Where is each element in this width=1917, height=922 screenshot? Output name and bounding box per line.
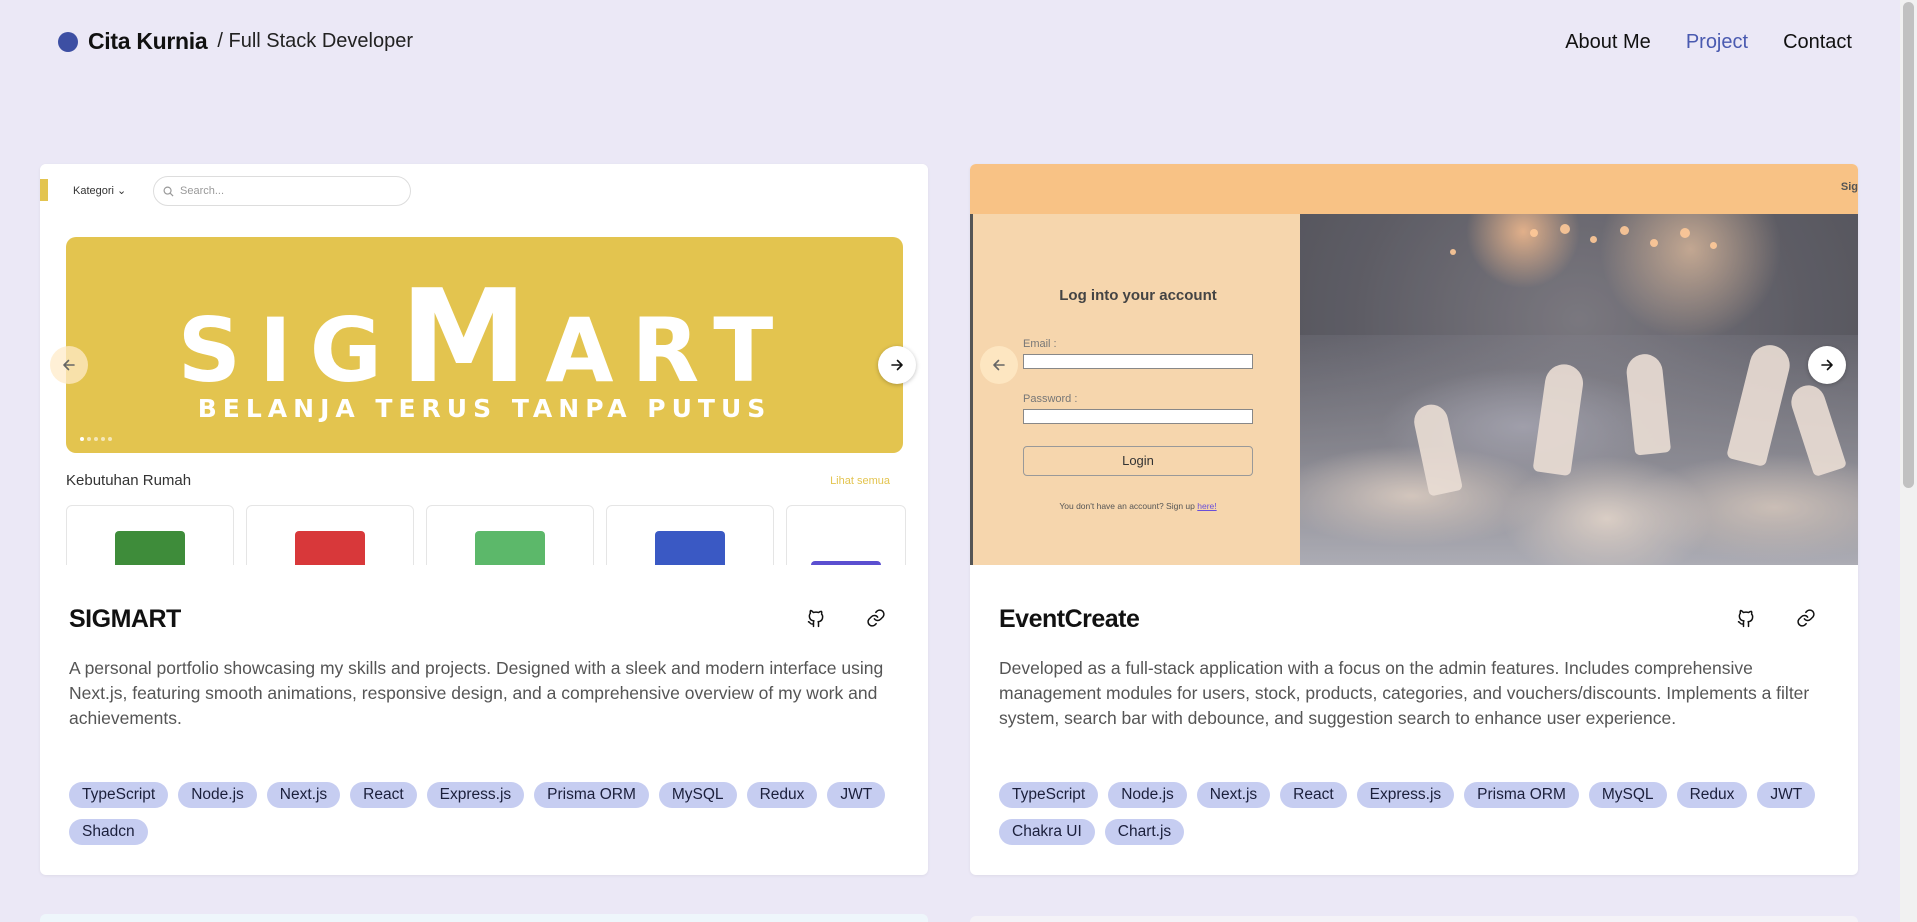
search-icon [163, 186, 174, 197]
email-field [1023, 354, 1253, 369]
tech-tag: TypeScript [999, 782, 1099, 808]
arrow-right-icon [1821, 359, 1833, 371]
tech-tag: Prisma ORM [1464, 782, 1579, 808]
tech-tag: Express.js [1356, 782, 1455, 808]
tech-tags: TypeScript Node.js Next.js React Express… [999, 782, 1839, 845]
nav-about-me[interactable]: About Me [1565, 31, 1651, 54]
sigmart-product-row [66, 505, 906, 565]
signup-text: You don't have an account? Sign up here! [1059, 501, 1217, 511]
project-description: A personal portfolio showcasing my skill… [69, 658, 884, 728]
product-thumb [246, 505, 414, 565]
login-button: Login [1023, 446, 1253, 476]
arrow-left-icon [63, 359, 75, 371]
product-thumb [786, 505, 906, 565]
tech-tag: Shadcn [69, 819, 148, 845]
tech-tag: Next.js [1196, 782, 1271, 808]
link-icon[interactable] [1796, 608, 1816, 628]
sigmart-topbar: Kategori ⌄ Search... [40, 164, 928, 220]
tech-tag: Express.js [426, 782, 525, 808]
sigmart-section-link: Lihat semua [830, 475, 890, 487]
product-thumb [66, 505, 234, 565]
login-title: Log into your account [1059, 287, 1217, 304]
tech-tag: Node.js [178, 782, 257, 808]
sigmart-banner-tagline: BELANJA TERUS TANPA PUTUS [197, 394, 772, 423]
product-thumb [606, 505, 774, 565]
project-card-body: SIGMART A personal portfolio showcasing … [40, 565, 928, 845]
tech-tag: Redux [746, 782, 818, 808]
tech-tag: MySQL [1588, 782, 1667, 808]
carousel-next-button[interactable] [1808, 346, 1846, 384]
tech-tag: Chart.js [1104, 819, 1185, 845]
tech-tag: Redux [1676, 782, 1748, 808]
sigmart-search-placeholder: Search... [180, 185, 225, 197]
project-actions [1736, 608, 1816, 628]
project-description: Developed as a full-stack application wi… [999, 658, 1810, 728]
sigmart-section-title: Kebutuhan Rumah [66, 472, 192, 489]
tech-tag: Chakra UI [999, 819, 1095, 845]
signup-link: here! [1197, 501, 1217, 511]
project-preview-carousel: Kategori ⌄ Search... SIGMART BELANJA TER… [40, 164, 928, 565]
project-card-eventcreate: Sig Log into your account Email : Passwo… [970, 164, 1858, 875]
sigmart-logo-mark [40, 179, 48, 201]
project-card-next-peek [40, 914, 928, 922]
nav-contact[interactable]: Contact [1783, 31, 1852, 54]
project-card-sigmart: Kategori ⌄ Search... SIGMART BELANJA TER… [40, 164, 928, 875]
main-nav: About Me Project Contact [1565, 31, 1852, 54]
tech-tags: TypeScript Node.js Next.js React Express… [69, 782, 909, 845]
product-thumb [426, 505, 594, 565]
sigmart-banner-logo: SIGMART [177, 263, 792, 412]
arrow-left-icon [993, 359, 1005, 371]
tech-tag: TypeScript [69, 782, 169, 808]
tech-tag: React [350, 782, 417, 808]
tech-tag: MySQL [658, 782, 737, 808]
carousel-prev-button[interactable] [50, 346, 88, 384]
arrow-right-icon [891, 359, 903, 371]
tech-tag: React [1280, 782, 1347, 808]
brand-dot-icon [58, 31, 78, 52]
scrollbar-thumb[interactable] [1903, 2, 1914, 488]
project-actions [806, 608, 886, 628]
link-icon[interactable] [866, 608, 886, 628]
tech-tag: JWT [1757, 782, 1816, 808]
password-label: Password : [1023, 393, 1078, 405]
brand-role: / Full Stack Developer [217, 30, 414, 52]
project-title: EventCreate [999, 605, 1140, 633]
tech-tag: Node.js [1108, 782, 1187, 808]
nav-project[interactable]: Project [1686, 31, 1748, 54]
carousel-next-button[interactable] [878, 346, 916, 384]
project-title: SIGMART [69, 605, 181, 633]
github-icon[interactable] [806, 608, 826, 628]
eventcreate-topbar: Sig [970, 164, 1858, 214]
password-field [1023, 409, 1253, 424]
project-card-body: EventCreate Developed as a full-stack ap… [970, 565, 1858, 845]
banner-pagination-dots [80, 437, 112, 441]
sigmart-search-input: Search... [153, 176, 411, 206]
sigmart-category-dropdown: Kategori ⌄ [73, 185, 127, 197]
tech-tag: JWT [827, 782, 886, 808]
sigmart-banner: SIGMART BELANJA TERUS TANPA PUTUS [66, 237, 903, 453]
site-header: Cita Kurnia / Full Stack Developer About… [0, 0, 1917, 86]
email-label: Email : [1023, 338, 1057, 350]
brand-name: Cita Kurnia [88, 28, 208, 54]
github-icon[interactable] [1736, 608, 1756, 628]
page-scrollbar[interactable] [1900, 0, 1917, 922]
tech-tag: Prisma ORM [534, 782, 649, 808]
project-card-next-peek [970, 916, 1858, 922]
tech-tag: Next.js [266, 782, 341, 808]
brand[interactable]: Cita Kurnia / Full Stack Developer [58, 28, 413, 55]
eventcreate-login-panel: Log into your account Email : Password :… [970, 214, 1300, 565]
image-overlay [1300, 214, 1858, 565]
project-preview-carousel: Sig Log into your account Email : Passwo… [970, 164, 1858, 565]
carousel-prev-button[interactable] [980, 346, 1018, 384]
